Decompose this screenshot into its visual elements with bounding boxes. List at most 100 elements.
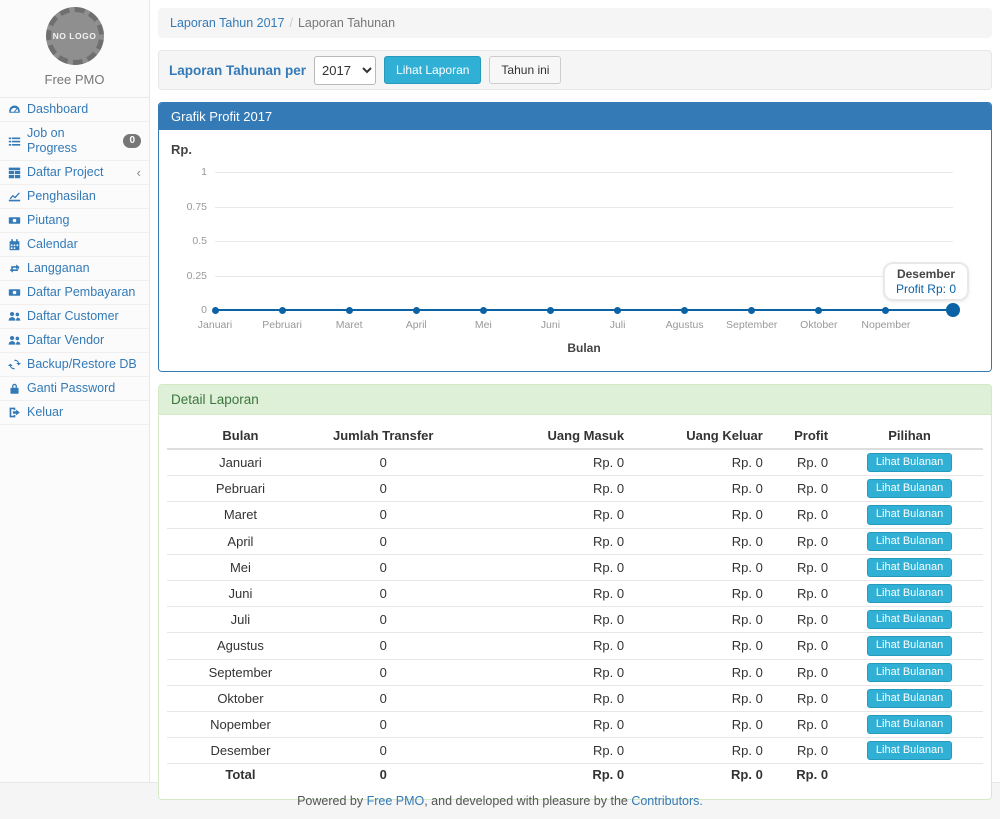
- data-point-januari[interactable]: [212, 307, 219, 314]
- x-tick: Nopember: [861, 319, 910, 331]
- sidebar-item-job-on-progress[interactable]: Job on Progress 0: [0, 122, 149, 161]
- table-row: Pebruari 0 Rp. 0 Rp. 0 Rp. 0 Lihat Bulan…: [167, 476, 983, 502]
- main-content: Laporan Tahun 2017 / Laporan Tahunan Lapor…: [150, 0, 1000, 782]
- detail-laporan-panel: Detail Laporan Bulan Jumlah Transfer Uan…: [158, 384, 992, 800]
- x-tick: Juli: [610, 319, 626, 331]
- data-point-maret[interactable]: [346, 307, 353, 314]
- sidebar-menu: Dashboard Job on Progress 0 Daftar Proje…: [0, 98, 149, 425]
- logo-text: NO LOGO: [53, 31, 97, 42]
- data-point-pebruari[interactable]: [279, 307, 286, 314]
- data-point-mei[interactable]: [480, 307, 487, 314]
- filter-label: Laporan Tahunan per: [169, 63, 306, 78]
- table-total-row: Total 0 Rp. 0 Rp. 0 Rp. 0: [167, 764, 983, 786]
- chart-tooltip: Desember Profit Rp: 0: [883, 262, 969, 301]
- profit-chart-panel: Grafik Profit 2017 Rp. 1 0.75 0.5 0.25 0: [158, 102, 992, 372]
- y-tick: 0: [165, 304, 207, 316]
- users-icon: [8, 310, 21, 323]
- data-point-september[interactable]: [748, 307, 755, 314]
- chart-x-axis-title: Bulan: [567, 341, 600, 355]
- year-select[interactable]: 2017: [314, 56, 376, 85]
- sidebar-item-daftar-vendor[interactable]: Daftar Vendor: [0, 329, 149, 353]
- col-header-profit: Profit: [771, 423, 836, 449]
- x-tick: Januari: [198, 319, 232, 331]
- lihat-bulanan-button[interactable]: Lihat Bulanan: [867, 741, 952, 760]
- refresh-icon: [8, 358, 21, 371]
- sidebar-item-keluar[interactable]: Keluar: [0, 401, 149, 425]
- data-point-juli[interactable]: [614, 307, 621, 314]
- lihat-bulanan-button[interactable]: Lihat Bulanan: [867, 715, 952, 734]
- lihat-laporan-button[interactable]: Lihat Laporan: [384, 56, 481, 84]
- calendar-icon: [8, 238, 21, 251]
- breadcrumb: Laporan Tahun 2017 / Laporan Tahunan: [158, 8, 992, 38]
- footer-text-2: , and developed with pleasure by the: [424, 794, 631, 808]
- lihat-bulanan-button[interactable]: Lihat Bulanan: [867, 479, 952, 498]
- users-icon: [8, 334, 21, 347]
- table-row: September 0 Rp. 0 Rp. 0 Rp. 0 Lihat Bula…: [167, 659, 983, 685]
- lihat-bulanan-button[interactable]: Lihat Bulanan: [867, 636, 952, 655]
- table-row: Oktober 0 Rp. 0 Rp. 0 Rp. 0 Lihat Bulana…: [167, 685, 983, 711]
- chart-y-axis-label: Rp.: [171, 142, 192, 157]
- lihat-bulanan-button[interactable]: Lihat Bulanan: [867, 584, 952, 603]
- sidebar-item-daftar-customer[interactable]: Daftar Customer: [0, 305, 149, 329]
- table-header-row: Bulan Jumlah Transfer Uang Masuk Uang Ke…: [167, 423, 983, 449]
- lihat-bulanan-button[interactable]: Lihat Bulanan: [867, 610, 952, 629]
- footer-link-contributors[interactable]: Contributors.: [631, 794, 703, 808]
- tooltip-value: Profit Rp: 0: [896, 282, 956, 296]
- footer-link-free-pmo[interactable]: Free PMO: [367, 794, 425, 808]
- profit-series-line: [215, 309, 953, 311]
- table-row: Desember 0 Rp. 0 Rp. 0 Rp. 0 Lihat Bulan…: [167, 738, 983, 764]
- report-table-wrap: Bulan Jumlah Transfer Uang Masuk Uang Ke…: [159, 415, 991, 799]
- gridline: [215, 172, 953, 173]
- table-icon: [8, 166, 21, 179]
- year-filter-bar: Laporan Tahunan per 2017 Lihat Laporan T…: [158, 50, 992, 90]
- sidebar-item-penghasilan[interactable]: Penghasilan: [0, 185, 149, 209]
- data-point-agustus[interactable]: [681, 307, 688, 314]
- breadcrumb-link-laporan-tahun[interactable]: Laporan Tahun 2017: [170, 16, 284, 30]
- table-row: Agustus 0 Rp. 0 Rp. 0 Rp. 0 Lihat Bulana…: [167, 633, 983, 659]
- brand-name: Free PMO: [0, 72, 149, 87]
- col-header-pilihan: Pilihan: [836, 423, 983, 449]
- data-point-desember-hovered[interactable]: [946, 303, 960, 317]
- tahun-ini-button[interactable]: Tahun ini: [489, 56, 561, 84]
- gridline: [215, 276, 953, 277]
- sidebar-item-dashboard[interactable]: Dashboard: [0, 98, 149, 122]
- chart-plot-area: 1 0.75 0.5 0.25 0: [215, 172, 953, 310]
- dashboard-icon: [8, 103, 21, 116]
- sidebar: NO LOGO Free PMO Dashboard Job on Progre…: [0, 0, 150, 782]
- report-table: Bulan Jumlah Transfer Uang Masuk Uang Ke…: [167, 423, 983, 785]
- data-point-juni[interactable]: [547, 307, 554, 314]
- lihat-bulanan-button[interactable]: Lihat Bulanan: [867, 532, 952, 551]
- sidebar-item-daftar-project[interactable]: Daftar Project ‹: [0, 161, 149, 185]
- lihat-bulanan-button[interactable]: Lihat Bulanan: [867, 453, 952, 472]
- gridline: [215, 207, 953, 208]
- profit-line-chart: Rp. 1 0.75 0.5 0.25 0: [159, 130, 991, 371]
- job-count-badge: 0: [123, 134, 141, 148]
- breadcrumb-current: Laporan Tahunan: [298, 16, 395, 30]
- table-row: Januari 0 Rp. 0 Rp. 0 Rp. 0 Lihat Bulana…: [167, 449, 983, 476]
- sidebar-item-ganti-password[interactable]: Ganti Password: [0, 377, 149, 401]
- sidebar-item-backup-restore-db[interactable]: Backup/Restore DB: [0, 353, 149, 377]
- x-tick: Oktober: [800, 319, 837, 331]
- col-header-masuk: Uang Masuk: [453, 423, 633, 449]
- data-point-april[interactable]: [413, 307, 420, 314]
- data-point-nopember[interactable]: [882, 307, 889, 314]
- lihat-bulanan-button[interactable]: Lihat Bulanan: [867, 558, 952, 577]
- y-tick: 1: [165, 166, 207, 178]
- tooltip-month: Desember: [896, 267, 956, 281]
- sidebar-item-daftar-pembayaran[interactable]: Daftar Pembayaran: [0, 281, 149, 305]
- breadcrumb-separator: /: [289, 16, 292, 30]
- lock-icon: [8, 382, 21, 395]
- gridline: [215, 241, 953, 242]
- data-point-oktober[interactable]: [815, 307, 822, 314]
- brand-block: NO LOGO Free PMO: [0, 0, 149, 98]
- lihat-bulanan-button[interactable]: Lihat Bulanan: [867, 689, 952, 708]
- sidebar-item-piutang[interactable]: Piutang: [0, 209, 149, 233]
- table-row: April 0 Rp. 0 Rp. 0 Rp. 0 Lihat Bulanan: [167, 528, 983, 554]
- table-row: Juli 0 Rp. 0 Rp. 0 Rp. 0 Lihat Bulanan: [167, 607, 983, 633]
- table-row: Nopember 0 Rp. 0 Rp. 0 Rp. 0 Lihat Bulan…: [167, 711, 983, 737]
- lihat-bulanan-button[interactable]: Lihat Bulanan: [867, 505, 952, 524]
- sidebar-item-calendar[interactable]: Calendar: [0, 233, 149, 257]
- lihat-bulanan-button[interactable]: Lihat Bulanan: [867, 663, 952, 682]
- table-row: Juni 0 Rp. 0 Rp. 0 Rp. 0 Lihat Bulanan: [167, 580, 983, 606]
- sidebar-item-langganan[interactable]: Langganan: [0, 257, 149, 281]
